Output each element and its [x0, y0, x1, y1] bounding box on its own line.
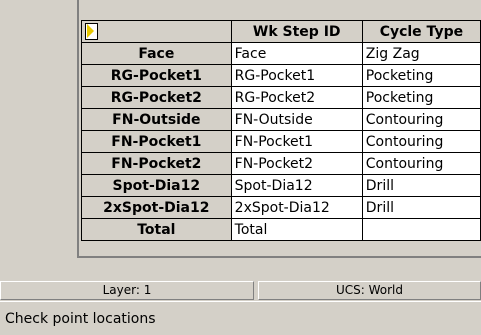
cell-wk-step-id[interactable]: RG-Pocket2 [230, 86, 363, 109]
row-header[interactable]: Total [81, 218, 232, 241]
table-row[interactable]: Total Total [81, 218, 481, 241]
cell-cycle-type[interactable]: Drill [361, 174, 481, 197]
cell-cycle-type[interactable] [361, 218, 481, 241]
row-header[interactable]: 2xSpot-Dia12 [81, 196, 232, 219]
table-row[interactable]: Spot-Dia12 Spot-Dia12 Drill [81, 174, 481, 197]
status-layer: Layer: 1 [0, 281, 254, 300]
cell-cycle-type[interactable]: Contouring [361, 108, 481, 131]
row-header[interactable]: RG-Pocket2 [81, 86, 232, 109]
column-header-cycle-type[interactable]: Cycle Type [361, 20, 481, 43]
cell-cycle-type[interactable]: Contouring [361, 130, 481, 153]
table-row[interactable]: 2xSpot-Dia12 2xSpot-Dia12 Drill [81, 196, 481, 219]
row-header[interactable]: FN-Pocket2 [81, 152, 232, 175]
select-all-corner-icon[interactable] [85, 23, 98, 40]
cell-cycle-type[interactable]: Contouring [361, 152, 481, 175]
table-row[interactable]: Face Face Zig Zag [81, 42, 481, 65]
cell-wk-step-id[interactable]: RG-Pocket1 [230, 64, 363, 87]
row-header[interactable]: Face [81, 42, 232, 65]
cell-wk-step-id[interactable]: FN-Pocket2 [230, 152, 363, 175]
prompt-bar: Check point locations [0, 301, 481, 335]
row-header[interactable]: Spot-Dia12 [81, 174, 232, 197]
cell-wk-step-id[interactable]: Spot-Dia12 [230, 174, 363, 197]
status-ucs: UCS: World [258, 281, 481, 300]
operations-table: Wk Step ID Cycle Type Face Face Zig Zag RG-… [81, 20, 481, 241]
table-row[interactable]: FN-Outside FN-Outside Contouring [81, 108, 481, 131]
row-header[interactable]: FN-Pocket1 [81, 130, 232, 153]
cell-wk-step-id[interactable]: FN-Outside [230, 108, 363, 131]
row-header[interactable]: FN-Outside [81, 108, 232, 131]
grid-divider [79, 256, 481, 258]
status-bar: Layer: 1 UCS: World [0, 279, 481, 301]
cell-cycle-type[interactable]: Zig Zag [361, 42, 481, 65]
cell-cycle-type[interactable]: Pocketing [361, 86, 481, 109]
operations-grid: Wk Step ID Cycle Type Face Face Zig Zag RG-… [79, 0, 481, 258]
cell-wk-step-id[interactable]: 2xSpot-Dia12 [230, 196, 363, 219]
header-row: Wk Step ID Cycle Type [81, 20, 481, 43]
cell-wk-step-id[interactable]: Total [230, 218, 363, 241]
cell-cycle-type[interactable]: Drill [361, 196, 481, 219]
column-header-wk-step-id[interactable]: Wk Step ID [230, 20, 363, 43]
cell-cycle-type[interactable]: Pocketing [361, 64, 481, 87]
cell-wk-step-id[interactable]: Face [230, 42, 363, 65]
cell-wk-step-id[interactable]: FN-Pocket1 [230, 130, 363, 153]
select-all-corner[interactable] [81, 20, 232, 43]
table-row[interactable]: RG-Pocket1 RG-Pocket1 Pocketing [81, 64, 481, 87]
table-row[interactable]: FN-Pocket1 FN-Pocket1 Contouring [81, 130, 481, 153]
prompt-text: Check point locations [5, 311, 156, 327]
table-row[interactable]: RG-Pocket2 RG-Pocket2 Pocketing [81, 86, 481, 109]
row-header[interactable]: RG-Pocket1 [81, 64, 232, 87]
left-panel [0, 0, 79, 258]
table-row[interactable]: FN-Pocket2 FN-Pocket2 Contouring [81, 152, 481, 175]
